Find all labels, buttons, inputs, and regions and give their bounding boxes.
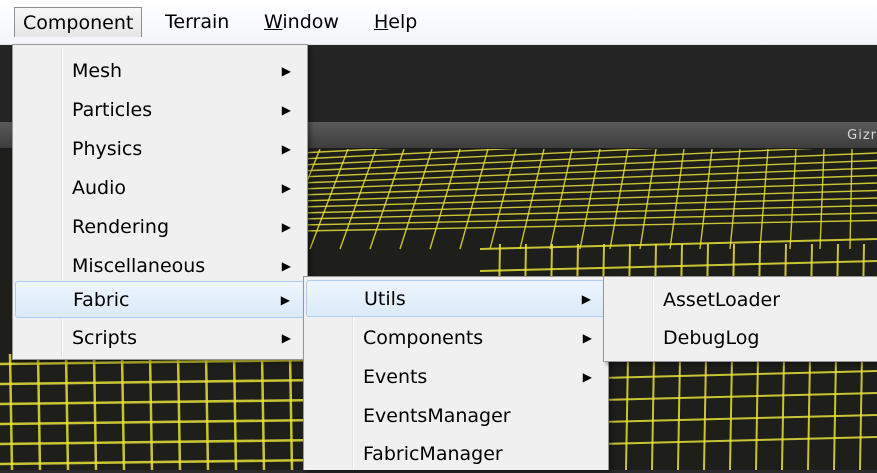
menu-item-eventsmanager[interactable]: EventsManager — [306, 398, 606, 435]
fabric-submenu: Utils ▶ Components ▶ Events ▶ EventsMana… — [303, 276, 609, 470]
chevron-right-icon: ▶ — [281, 259, 291, 273]
menu-item-label: Audio — [72, 177, 127, 199]
menu-help[interactable]: Help — [366, 7, 425, 37]
menubar: Component Terrain Window Help — [0, 0, 877, 45]
menu-item-rendering[interactable]: Rendering ▶ — [15, 209, 305, 246]
chevron-right-icon: ▶ — [280, 293, 290, 307]
menu-terrain[interactable]: Terrain — [157, 7, 237, 37]
menu-item-label: Components — [363, 327, 484, 349]
menu-item-utils[interactable]: Utils ▶ — [306, 280, 606, 317]
chevron-right-icon: ▶ — [281, 103, 291, 117]
menu-item-label: Scripts — [72, 327, 138, 349]
menu-item-label: EventsManager — [363, 405, 511, 427]
menu-help-label: Help — [374, 11, 418, 33]
menu-item-scripts[interactable]: Scripts ▶ — [15, 320, 305, 357]
chevron-right-icon: ▶ — [281, 331, 291, 345]
gizmos-dropdown[interactable]: Gizr — [847, 128, 877, 143]
chevron-right-icon: ▶ — [581, 292, 591, 306]
menu-item-audio[interactable]: Audio ▶ — [15, 170, 305, 207]
menu-item-label: DebugLog — [663, 327, 760, 349]
menu-item-particles[interactable]: Particles ▶ — [15, 92, 305, 129]
menu-item-fabricmanager[interactable]: FabricManager — [306, 436, 606, 473]
utils-submenu: AssetLoader DebugLog — [603, 276, 877, 362]
menu-item-events[interactable]: Events ▶ — [306, 359, 606, 396]
menu-item-label: Particles — [72, 99, 153, 121]
menu-item-debuglog[interactable]: DebugLog — [606, 320, 877, 357]
menu-item-label: Mesh — [72, 60, 123, 82]
menu-component-label: Component — [23, 12, 134, 34]
menu-item-label: Fabric — [73, 289, 130, 311]
menu-item-assetloader[interactable]: AssetLoader — [606, 282, 877, 319]
menu-terrain-label: Terrain — [165, 11, 230, 33]
chevron-right-icon: ▶ — [582, 370, 592, 384]
menu-component[interactable]: Component — [14, 7, 143, 37]
menu-item-physics[interactable]: Physics ▶ — [15, 131, 305, 168]
menu-item-label: Utils — [364, 288, 406, 310]
menu-item-label: Events — [363, 366, 428, 388]
menu-item-label: Rendering — [72, 216, 170, 238]
chevron-right-icon: ▶ — [281, 220, 291, 234]
menu-item-label: Physics — [72, 138, 143, 160]
component-menu: Mesh ▶ Particles ▶ Physics ▶ Audio ▶ Ren… — [12, 44, 308, 360]
chevron-right-icon: ▶ — [281, 64, 291, 78]
chevron-right-icon: ▶ — [281, 142, 291, 156]
menu-item-label: FabricManager — [363, 443, 503, 465]
chevron-right-icon: ▶ — [281, 181, 291, 195]
menu-item-label: AssetLoader — [663, 289, 781, 311]
menu-item-fabric[interactable]: Fabric ▶ — [15, 281, 305, 318]
chevron-right-icon: ▶ — [582, 331, 592, 345]
menu-item-mesh[interactable]: Mesh ▶ — [15, 53, 305, 90]
menu-window-label: Window — [264, 11, 339, 33]
menu-item-miscellaneous[interactable]: Miscellaneous ▶ — [15, 248, 305, 285]
menu-window[interactable]: Window — [256, 7, 347, 37]
menu-item-label: Miscellaneous — [72, 255, 206, 277]
menu-item-components[interactable]: Components ▶ — [306, 320, 606, 357]
